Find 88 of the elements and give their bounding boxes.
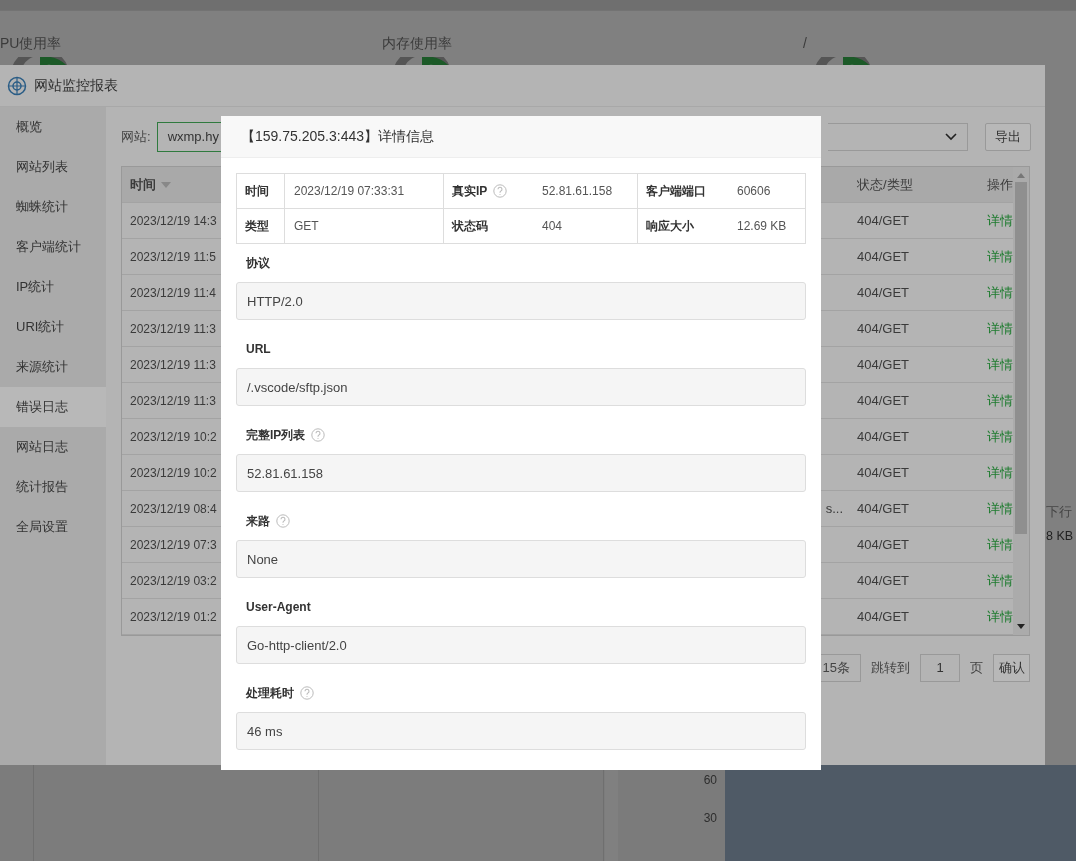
readonly-field[interactable]: /.vscode/sftp.json [236,368,806,406]
field-label: 真实IP [452,182,488,200]
jump-label: 跳转到 [871,659,910,677]
chevron-down-icon [945,133,957,141]
field-label: 类型 [245,217,269,235]
table-cell-text: 404/GET [857,429,911,444]
help-icon[interactable] [493,184,508,198]
gauge-label: PU使用率 [0,35,63,51]
field-value: 52.81.61.158 [533,174,638,209]
readonly-field[interactable]: Go-http-client/2.0 [236,626,806,664]
dialog-title: 【159.75.205.3:443】详情信息 [241,127,434,146]
table-cell-text: 404/GET [857,213,911,228]
field-value: 2023/12/19 07:33:31 [285,174,444,209]
table-cell: 2023/12/19 11:3 [130,357,216,372]
field-value: 12.69 KB [728,209,806,244]
sidebar-item[interactable]: 来源统计 [0,347,106,387]
sidebar-item[interactable]: 全局设置 [0,507,106,547]
table-cell-text: 404/GET [857,249,911,264]
readonly-field[interactable]: 52.81.61.158 [236,454,806,492]
sidebar-item[interactable]: IP统计 [0,267,106,307]
sidebar-item[interactable]: 蜘蛛统计 [0,187,106,227]
table-cell: 2023/12/19 14:3 [130,213,217,228]
column-header: 状态/类型 [857,175,914,194]
table-cell-text: 404/GET [857,609,911,624]
export-button[interactable]: 导出 [985,123,1031,151]
help-icon[interactable] [300,686,314,700]
field-label: User-Agent [246,600,311,614]
table-cell: 2023/12/19 11:4 [130,285,216,300]
table-cell: 2023/12/19 11:3 [130,393,216,408]
axis-label: 60 [703,773,717,787]
sidebar-item[interactable]: 网站日志 [0,427,106,467]
table-cell: 2023/12/19 10:2 [130,465,217,480]
field-label: 客户端端口 [646,182,706,200]
field-label: 状态码 [452,217,488,235]
table-cell-text: 404/GET [857,393,911,408]
filter-select[interactable] [828,123,968,151]
field-value: 60606 [728,174,806,209]
table-cell: 2023/12/19 07:3 [130,537,217,552]
sidebar-item[interactable]: 概览 [0,107,106,147]
field-label: 来路 [246,512,270,530]
help-icon[interactable] [276,514,290,528]
sidebar-item[interactable]: URI统计 [0,307,106,347]
field-label: URL [246,342,271,356]
table-cell-text: 404/GET [857,285,911,300]
table-cell: s... [825,501,843,516]
table-cell: 2023/12/19 08:4 [130,501,217,516]
readonly-field[interactable]: 46 ms [236,712,806,750]
traffic-value: 8 KB [1046,529,1074,543]
table-cell-text: 404/GET [857,501,911,516]
scroll-up-icon[interactable] [1017,173,1025,178]
table-cell: 2023/12/19 10:2 [130,429,217,444]
field-label: 完整IP列表 [246,426,306,444]
window-title: 网站监控报表 [34,76,118,95]
axis-label: 30 [703,811,717,825]
table-cell: 2023/12/19 03:2 [130,573,217,588]
confirm-button[interactable]: 确认 [993,654,1030,682]
sort-icon[interactable] [161,181,171,188]
table-cell-text: 404/GET [857,357,911,372]
sidebar-item[interactable]: 错误日志 [0,387,106,427]
site-label: 网站: [121,128,151,146]
scroll-down-icon[interactable] [1017,624,1025,629]
page-input[interactable]: 1 [920,654,960,682]
field-label: 响应大小 [646,217,694,235]
table-cell: 2023/12/19 01:2 [130,609,217,624]
column-header: 操作 [986,175,1013,194]
field-label: 协议 [246,254,270,272]
help-icon[interactable] [311,428,326,442]
sidebar-item[interactable]: 网站列表 [0,147,106,187]
table-cell-text: 404/GET [857,465,911,480]
table-cell-text: 404/GET [857,573,911,588]
field-label: 处理耗时 [246,684,294,702]
readonly-field[interactable]: None [236,540,806,578]
field-label: 时间 [245,182,269,200]
table-cell-text: 404/GET [857,537,911,552]
table-cell-text: 404/GET [857,321,911,336]
page-unit: 页 [970,659,983,677]
target-icon [7,75,27,96]
sidebar-item[interactable]: 客户端统计 [0,227,106,267]
field-value: 404 [533,209,638,244]
field-value: GET [285,209,444,244]
table-cell: 2023/12/19 11:3 [130,321,216,336]
sidebar-item[interactable]: 统计报告 [0,467,106,507]
gauge-label: / [803,35,808,51]
table-cell: 2023/12/19 11:5 [130,249,216,264]
traffic-label: 下行 [1046,503,1072,521]
column-header[interactable]: 时间 [130,175,156,194]
readonly-field[interactable]: HTTP/2.0 [236,282,806,320]
gauge-label: 内存使用率 [382,35,453,51]
